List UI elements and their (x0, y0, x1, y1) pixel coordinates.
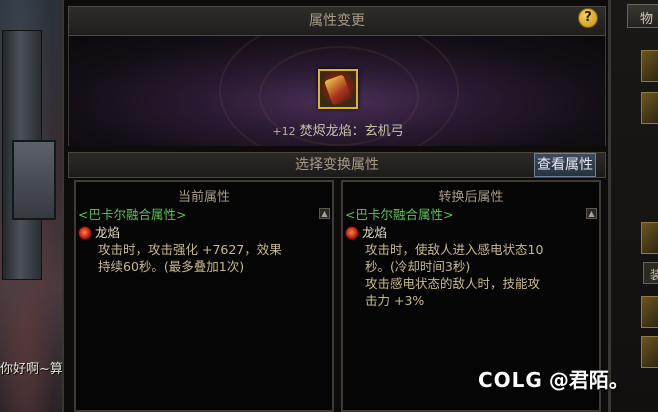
background-inventory-panel: 物 装 (610, 0, 658, 412)
colg-logo: COLG (478, 368, 543, 392)
background-machine-part (12, 140, 56, 220)
inventory-slot[interactable] (641, 296, 658, 328)
item-name-label: +12 焚烬龙焰：玄机弓 (69, 120, 605, 139)
select-attribute-header: 选择变换属性 (68, 152, 606, 178)
background-scene-left: 你好啊~算 (0, 0, 62, 412)
category-label: <巴卡尔融合属性> (78, 207, 187, 222)
description-line: 持续60秒。(最多叠加1次) (98, 259, 245, 274)
category-label: <巴卡尔融合属性> (345, 207, 454, 222)
inventory-tab-equip[interactable]: 装 (643, 262, 658, 284)
watermark-author: @君陌。 (548, 368, 629, 392)
skill-name: 龙焰 (362, 225, 388, 240)
item-name: 焚烬龙焰：玄机弓 (299, 124, 404, 139)
description-line: 击力 +3% (365, 293, 425, 308)
description-line: 攻击时，攻击强化 +7627，效果 (98, 242, 282, 257)
dragon-flame-icon (78, 225, 92, 240)
panel-title: 转换后属性 (438, 190, 504, 205)
inventory-slot[interactable] (641, 222, 658, 254)
scroll-up-icon[interactable]: ▲ (586, 208, 597, 219)
bow-icon (324, 74, 352, 106)
panel-body: <巴卡尔融合属性> 龙焰 攻击时，攻击强化 +7627，效果 持续60秒。(最多… (78, 206, 318, 275)
attribute-change-window: 属性变更 ? +12 焚烬龙焰：玄机弓 选择变换属性 查看属性 当前属性 ▲ <巴… (62, 0, 610, 412)
inventory-slot[interactable] (641, 336, 658, 368)
description-line: 秒。(冷却时间3秒) (365, 259, 471, 274)
window-title: 属性变更 (68, 6, 606, 36)
inventory-tab[interactable]: 物 (627, 4, 658, 28)
item-slot-icon[interactable] (318, 69, 358, 109)
skill-name: 龙焰 (95, 225, 121, 240)
skill-header: 龙焰 (345, 224, 585, 241)
panel-body: <巴卡尔融合属性> 龙焰 攻击时，使敌人进入感电状态10 秒。(冷却时间3秒) … (345, 206, 585, 309)
panel-title: 当前属性 (177, 190, 230, 205)
enhance-level: +12 (272, 125, 296, 138)
help-question-icon[interactable]: ? (578, 8, 598, 28)
current-attribute-panel: 当前属性 ▲ <巴卡尔融合属性> 龙焰 攻击时，攻击强化 +7627，效果 持续… (74, 180, 334, 412)
skill-header: 龙焰 (78, 224, 318, 241)
description-line: 攻击感电状态的敌人时，技能攻 (365, 276, 541, 291)
view-attributes-button[interactable]: 查看属性 (534, 153, 596, 177)
inventory-slot[interactable] (641, 50, 658, 82)
inventory-slot[interactable] (641, 92, 658, 124)
watermark: COLG @君陌。 (478, 364, 629, 393)
description-line: 攻击时，使敌人进入感电状态10 (365, 242, 544, 257)
chat-bubble-text: 你好啊~算 (0, 362, 62, 377)
dragon-flame-icon (345, 225, 359, 240)
scroll-up-icon[interactable]: ▲ (319, 208, 330, 219)
item-display-area: +12 焚烬龙焰：玄机弓 (68, 36, 606, 146)
